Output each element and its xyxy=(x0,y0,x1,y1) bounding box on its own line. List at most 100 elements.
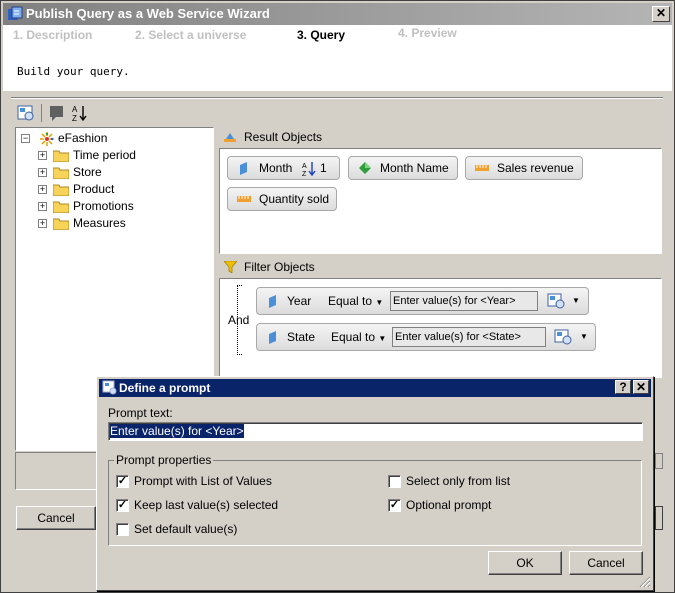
detail-icon xyxy=(359,162,371,174)
wizard-titlebar: Publish Query as a Web Service Wizard ✕ xyxy=(3,3,672,25)
filter-object-label: State xyxy=(287,330,316,344)
toolbar-separator xyxy=(41,104,42,122)
resize-grip-icon[interactable] xyxy=(639,576,651,588)
hidden-side-button[interactable] xyxy=(655,453,663,469)
sort-ascending-icon[interactable]: A Z xyxy=(302,161,316,176)
filter-value-field[interactable]: Enter value(s) for <State> xyxy=(392,327,546,347)
wizard-title: Publish Query as a Web Service Wizard xyxy=(26,6,270,21)
expand-icon[interactable]: + xyxy=(38,185,47,194)
header-separator xyxy=(11,97,663,99)
result-objects-pane[interactable]: Month A Z 1 Month Name Sales revenue Qua… xyxy=(219,148,662,254)
tree-item-label: Promotions xyxy=(73,199,134,213)
prompt-with-lov-label: Prompt with List of Values xyxy=(134,474,272,488)
filter-operator-dropdown[interactable]: Equal to ▼ xyxy=(328,294,383,308)
prompt-properties-group: Prompt properties ✓ Prompt with List of … xyxy=(108,453,642,546)
result-objects-title: Result Objects xyxy=(244,130,323,144)
dimension-icon xyxy=(269,295,276,308)
wizard-instruction: Build your query. xyxy=(17,65,130,78)
svg-text:A: A xyxy=(72,105,78,114)
keep-last-values-label: Keep last value(s) selected xyxy=(134,498,279,512)
hidden-next-button[interactable] xyxy=(655,506,663,530)
svg-text:Z: Z xyxy=(72,114,77,122)
folder-icon xyxy=(53,184,69,196)
filter-objects-pane[interactable]: And Year Equal to ▼ Enter value(s) for <… xyxy=(219,278,662,378)
set-default-values-checkbox[interactable] xyxy=(116,523,129,536)
folder-icon xyxy=(53,201,69,213)
universe-icon[interactable] xyxy=(17,104,35,122)
measure-icon xyxy=(237,196,251,202)
step-description: 1. Description xyxy=(13,28,93,42)
result-object-quantity-sold[interactable]: Quantity sold xyxy=(227,187,337,211)
folder-icon xyxy=(53,167,69,179)
step-select-universe: 2. Select a universe xyxy=(135,28,247,42)
prompt-close-button[interactable]: ✕ xyxy=(633,380,649,394)
prompt-dialog-title: Define a prompt xyxy=(119,381,211,395)
set-default-values-label: Set default value(s) xyxy=(134,522,238,536)
tree-root-label: eFashion xyxy=(58,131,108,145)
filter-icon xyxy=(224,261,237,273)
prompt-ok-button[interactable]: OK xyxy=(488,551,562,575)
wizard-cancel-button[interactable]: Cancel xyxy=(16,506,96,530)
step-preview: 4. Preview xyxy=(398,26,457,40)
result-objects-icon xyxy=(224,133,236,142)
dimension-icon xyxy=(240,162,247,175)
comment-icon[interactable] xyxy=(48,104,66,122)
result-object-month[interactable]: Month A Z 1 xyxy=(227,156,340,180)
prompt-icon[interactable] xyxy=(547,293,565,309)
universe-root-icon xyxy=(40,132,54,146)
prompt-with-lov-checkbox[interactable]: ✓ xyxy=(116,475,129,488)
tree-item-label: Product xyxy=(73,182,115,196)
tree-item-label: Time period xyxy=(73,148,136,162)
step-query: 3. Query xyxy=(297,28,346,42)
expand-icon[interactable]: + xyxy=(38,168,47,177)
result-object-label: Quantity sold xyxy=(259,192,330,206)
sort-icon[interactable]: A Z xyxy=(71,104,89,122)
dropdown-arrow-icon: ▼ xyxy=(375,298,384,307)
filter-row-year[interactable]: Year Equal to ▼ Enter value(s) for <Year… xyxy=(256,287,589,315)
keep-last-values-checkbox[interactable]: ✓ xyxy=(116,499,129,512)
prompt-dialog-icon xyxy=(102,380,117,395)
svg-text:A: A xyxy=(302,163,307,170)
select-only-from-list-checkbox[interactable] xyxy=(388,475,401,488)
prompt-dropdown-arrow-icon[interactable]: ▼ xyxy=(580,332,588,341)
prompt-icon[interactable] xyxy=(554,329,572,345)
collapse-icon[interactable]: − xyxy=(21,134,30,143)
prompt-properties-label: Prompt properties xyxy=(114,453,214,467)
select-only-from-list-label: Select only from list xyxy=(406,474,511,488)
filter-operator-label: Equal to xyxy=(331,330,376,344)
prompt-dropdown-arrow-icon[interactable]: ▼ xyxy=(572,296,580,305)
optional-prompt-label: Optional prompt xyxy=(406,498,492,512)
filter-operator-and[interactable]: And xyxy=(228,313,249,327)
expand-icon[interactable]: + xyxy=(38,151,47,160)
define-prompt-dialog: Define a prompt ? ✕ Prompt text: Enter v… xyxy=(96,376,654,591)
wizard-steps-header: 1. Description 2. Select a universe 3. Q… xyxy=(3,25,672,91)
result-object-label: Month xyxy=(259,161,293,175)
result-object-month-name[interactable]: Month Name xyxy=(348,156,458,180)
tree-item-label: Store xyxy=(73,165,102,179)
filter-value-field[interactable]: Enter value(s) for <Year> xyxy=(390,291,538,311)
help-button[interactable]: ? xyxy=(615,380,631,394)
result-object-sales-revenue[interactable]: Sales revenue xyxy=(465,156,583,180)
prompt-text-input[interactable]: Enter value(s) for <Year> xyxy=(108,422,643,441)
filter-row-state[interactable]: State Equal to ▼ Enter value(s) for <Sta… xyxy=(256,323,596,351)
sort-order-number: 1 xyxy=(320,161,327,175)
dropdown-arrow-icon: ▼ xyxy=(378,334,387,343)
optional-prompt-checkbox[interactable]: ✓ xyxy=(388,499,401,512)
filter-object-label: Year xyxy=(287,294,312,308)
prompt-titlebar: Define a prompt ? ✕ xyxy=(99,379,651,397)
folder-icon xyxy=(53,218,69,230)
prompt-text-label: Prompt text: xyxy=(108,406,173,420)
prompt-cancel-button[interactable]: Cancel xyxy=(569,551,643,575)
measure-icon xyxy=(475,165,489,171)
wizard-app-icon xyxy=(8,6,23,20)
dimension-icon xyxy=(269,331,276,344)
result-object-label: Sales revenue xyxy=(497,161,574,175)
expand-icon[interactable]: + xyxy=(38,219,47,228)
filter-objects-title: Filter Objects xyxy=(244,260,315,274)
filter-objects-header: Filter Objects xyxy=(221,257,661,277)
wizard-close-button[interactable]: ✕ xyxy=(652,6,670,22)
svg-text:Z: Z xyxy=(302,171,307,176)
result-objects-header: Result Objects xyxy=(221,127,661,147)
filter-operator-dropdown[interactable]: Equal to ▼ xyxy=(331,330,386,344)
expand-icon[interactable]: + xyxy=(38,202,47,211)
